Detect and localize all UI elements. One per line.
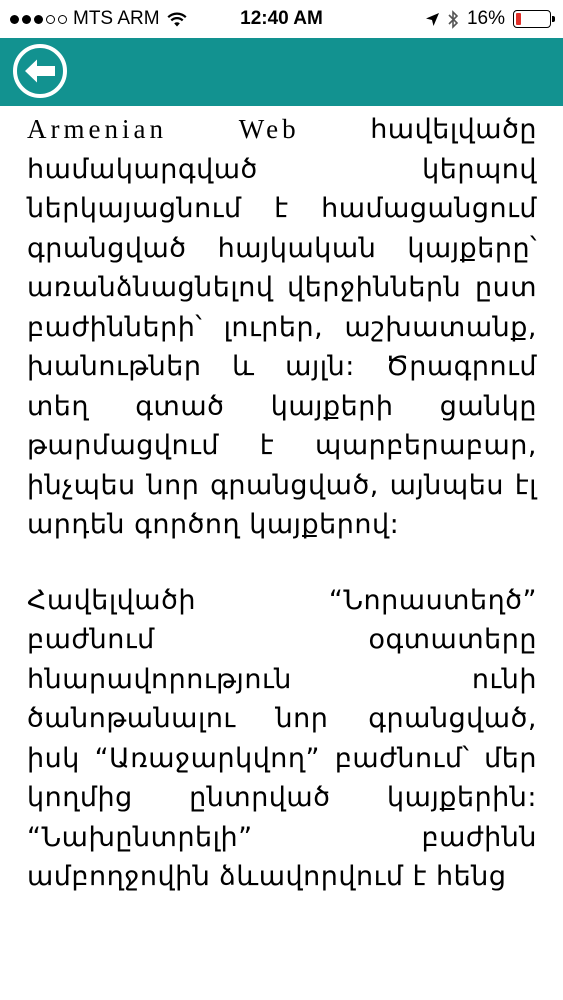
nav-bar	[0, 38, 563, 106]
intro-text: հավելվածը համակարգված կերպով ներկայացնու…	[27, 114, 538, 540]
status-bar: MTS ARM 12:40 AM 16%	[0, 0, 563, 38]
arrow-left-icon	[25, 59, 55, 83]
paragraph-intro: Armenian Web հավելվածը համակարգված կերպո…	[27, 110, 537, 545]
app-name: Armenian Web	[27, 114, 300, 144]
location-arrow-icon	[425, 12, 439, 26]
battery-icon	[513, 10, 555, 28]
status-right: 16%	[425, 8, 555, 30]
back-button[interactable]	[13, 44, 67, 98]
bluetooth-icon	[448, 9, 459, 29]
paragraph-sections: Հավելվածի “Նորաստեղծ” բաժնում օգտատերը հ…	[27, 584, 537, 893]
article-body: Armenian Web հավելվածը համակարգված կերպո…	[27, 110, 537, 933]
battery-percent: 16%	[466, 8, 505, 29]
battery-level	[516, 13, 521, 25]
